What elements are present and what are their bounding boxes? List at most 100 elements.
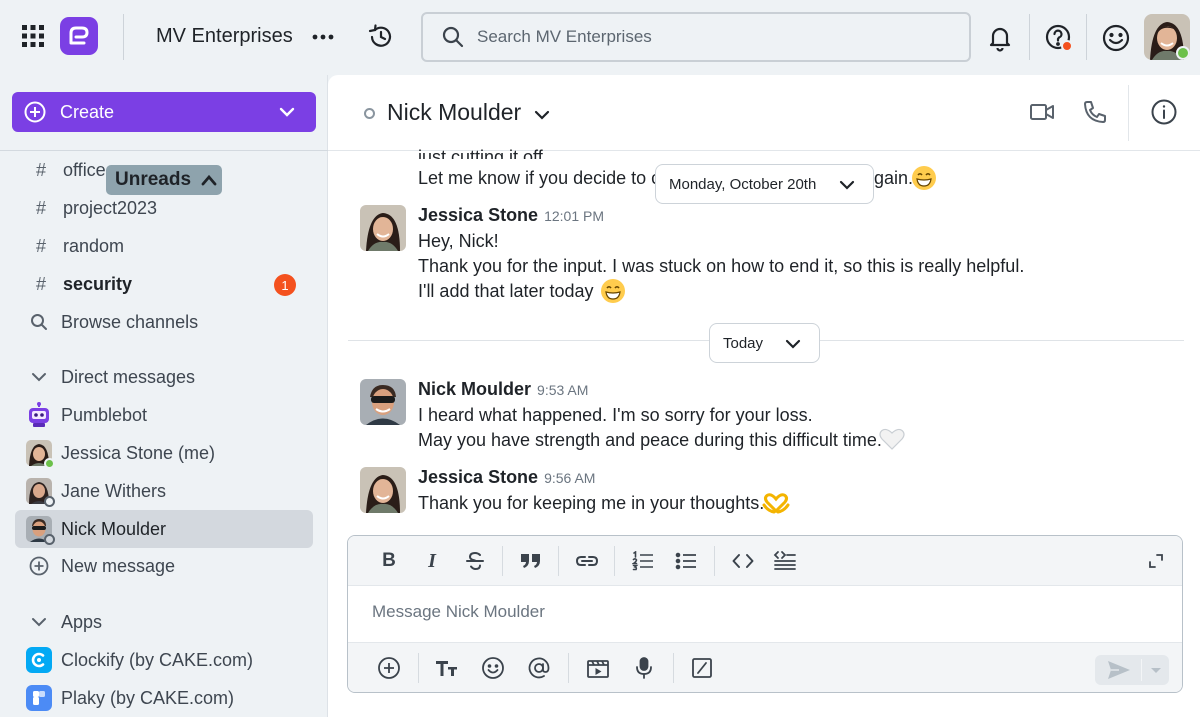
phone-icon[interactable] (1082, 99, 1108, 125)
workspace-name[interactable]: MV Enterprises (156, 25, 293, 48)
online-status-icon (44, 458, 55, 469)
send-button[interactable] (1095, 655, 1169, 685)
message-text: Let me know if you decide to c (418, 168, 660, 189)
history-icon[interactable] (367, 23, 395, 51)
sidebar-item-label: Pumblebot (61, 404, 148, 425)
plus-circle-icon[interactable] (377, 656, 401, 680)
info-icon[interactable] (1150, 98, 1178, 126)
video-clip-icon[interactable] (586, 656, 610, 680)
hash-icon: # (35, 159, 46, 180)
message-composer: B I (347, 535, 1183, 693)
sidebar-item-nick-moulder[interactable]: Nick Moulder (15, 510, 313, 548)
message-author[interactable]: Nick Moulder (418, 379, 531, 399)
help-icon[interactable] (1043, 22, 1075, 54)
text-format-icon[interactable] (435, 656, 459, 680)
mention-icon[interactable] (527, 656, 551, 680)
sidebar-item-clockify[interactable]: Clockify (by CAKE.com) (14, 642, 314, 678)
date-divider-button[interactable]: Today (709, 323, 820, 363)
formatting-toolbar: B I (348, 536, 1182, 586)
avatar[interactable] (360, 205, 406, 251)
slash-command-icon[interactable] (690, 656, 714, 680)
chevron-down-icon (785, 339, 801, 349)
pumble-logo-icon[interactable] (60, 17, 98, 55)
status-emoji-icon[interactable] (1100, 22, 1132, 54)
offline-status-icon (44, 496, 55, 507)
chevron-down-icon[interactable] (278, 103, 296, 121)
direct-messages-heading[interactable]: Direct messages (14, 359, 314, 395)
code-block-icon[interactable] (773, 549, 797, 573)
divider (1086, 14, 1087, 60)
search-input[interactable] (477, 27, 957, 47)
message-time: 9:53 AM (537, 382, 589, 398)
emoji-icon[interactable] (481, 656, 505, 680)
divider (123, 14, 124, 60)
message-text: I'll add that later today (418, 281, 594, 301)
avatar[interactable] (1144, 14, 1190, 60)
avatar[interactable] (360, 467, 406, 513)
divider (614, 546, 615, 576)
date-divider-button[interactable]: Monday, October 20th (655, 164, 874, 204)
sidebar-item-pumblebot[interactable]: Pumblebot (14, 397, 314, 433)
italic-icon[interactable]: I (420, 549, 444, 573)
date-label: Today (723, 334, 764, 352)
sidebar-item-plaky[interactable]: Plaky (by CAKE.com) (14, 680, 314, 716)
sidebar-item-jane-withers[interactable]: Jane Withers (14, 473, 314, 509)
message-input[interactable] (372, 602, 1152, 622)
microphone-icon[interactable] (632, 656, 656, 680)
more-icon[interactable] (311, 27, 335, 47)
grin-emoji-icon (600, 278, 626, 304)
new-message[interactable]: New message (14, 548, 314, 584)
app-grid-icon[interactable] (22, 25, 44, 47)
channel-title[interactable]: Nick Moulder (387, 99, 521, 126)
heart-hands-emoji-icon (762, 491, 790, 515)
avatar[interactable] (360, 379, 406, 425)
chevron-down-icon (839, 180, 855, 190)
create-button[interactable]: Create (12, 92, 316, 132)
message-text: Hey, Nick! (418, 231, 499, 251)
quote-icon[interactable] (519, 549, 543, 573)
video-call-icon[interactable] (1029, 101, 1055, 123)
expand-icon[interactable] (1144, 549, 1168, 573)
message-text: gain. (874, 168, 913, 189)
avatar (26, 516, 55, 545)
code-icon[interactable] (731, 549, 755, 573)
sidebar-item-random[interactable]: # random (14, 228, 314, 264)
strikethrough-icon[interactable] (463, 549, 487, 573)
divider (502, 546, 503, 576)
numbered-list-icon[interactable] (631, 549, 655, 573)
sidebar-item-jessica-stone[interactable]: Jessica Stone (me) (14, 435, 314, 471)
chevron-down-icon[interactable] (534, 108, 550, 122)
message-time: 9:56 AM (544, 470, 596, 486)
sidebar-item-security[interactable]: # security 1 (14, 266, 314, 302)
message-text: Thank you for the input. I was stuck on … (418, 256, 1025, 276)
bullet-list-icon[interactable] (674, 549, 698, 573)
message-text: just cutting it off. (418, 147, 548, 159)
send-icon (1108, 661, 1130, 679)
message-author[interactable]: Jessica Stone (418, 467, 538, 487)
search-box[interactable] (421, 12, 971, 62)
message-author[interactable]: Jessica Stone (418, 205, 538, 225)
bold-icon[interactable]: B (377, 549, 401, 573)
sidebar-item-project2023[interactable]: # project2023 (14, 190, 314, 226)
direct-messages-label: Direct messages (61, 366, 196, 387)
message-text: May you have strength and peace during t… (418, 430, 882, 450)
channel-header: Nick Moulder (328, 75, 1200, 151)
chevron-up-icon (201, 174, 217, 186)
chevron-down-icon[interactable] (1150, 665, 1162, 675)
composer-footer (348, 642, 1182, 692)
sidebar-item-label: Jane Withers (61, 480, 167, 501)
link-icon[interactable] (575, 549, 599, 573)
apps-heading[interactable]: Apps (14, 604, 314, 640)
create-label: Create (60, 101, 115, 122)
search-icon (26, 313, 52, 331)
sidebar-item-label: Clockify (by CAKE.com) (61, 649, 254, 670)
browse-channels-label: Browse channels (61, 311, 199, 332)
message-text: I heard what happened. I'm so sorry for … (418, 405, 813, 425)
divider (568, 653, 569, 683)
offline-status-icon (44, 534, 55, 545)
date-label: Monday, October 20th (669, 175, 817, 193)
message-text: Thank you for keeping me in your thought… (418, 493, 765, 513)
bell-icon[interactable] (987, 24, 1013, 52)
message-text-part: gain. (874, 168, 914, 188)
browse-channels[interactable]: Browse channels (14, 304, 314, 340)
